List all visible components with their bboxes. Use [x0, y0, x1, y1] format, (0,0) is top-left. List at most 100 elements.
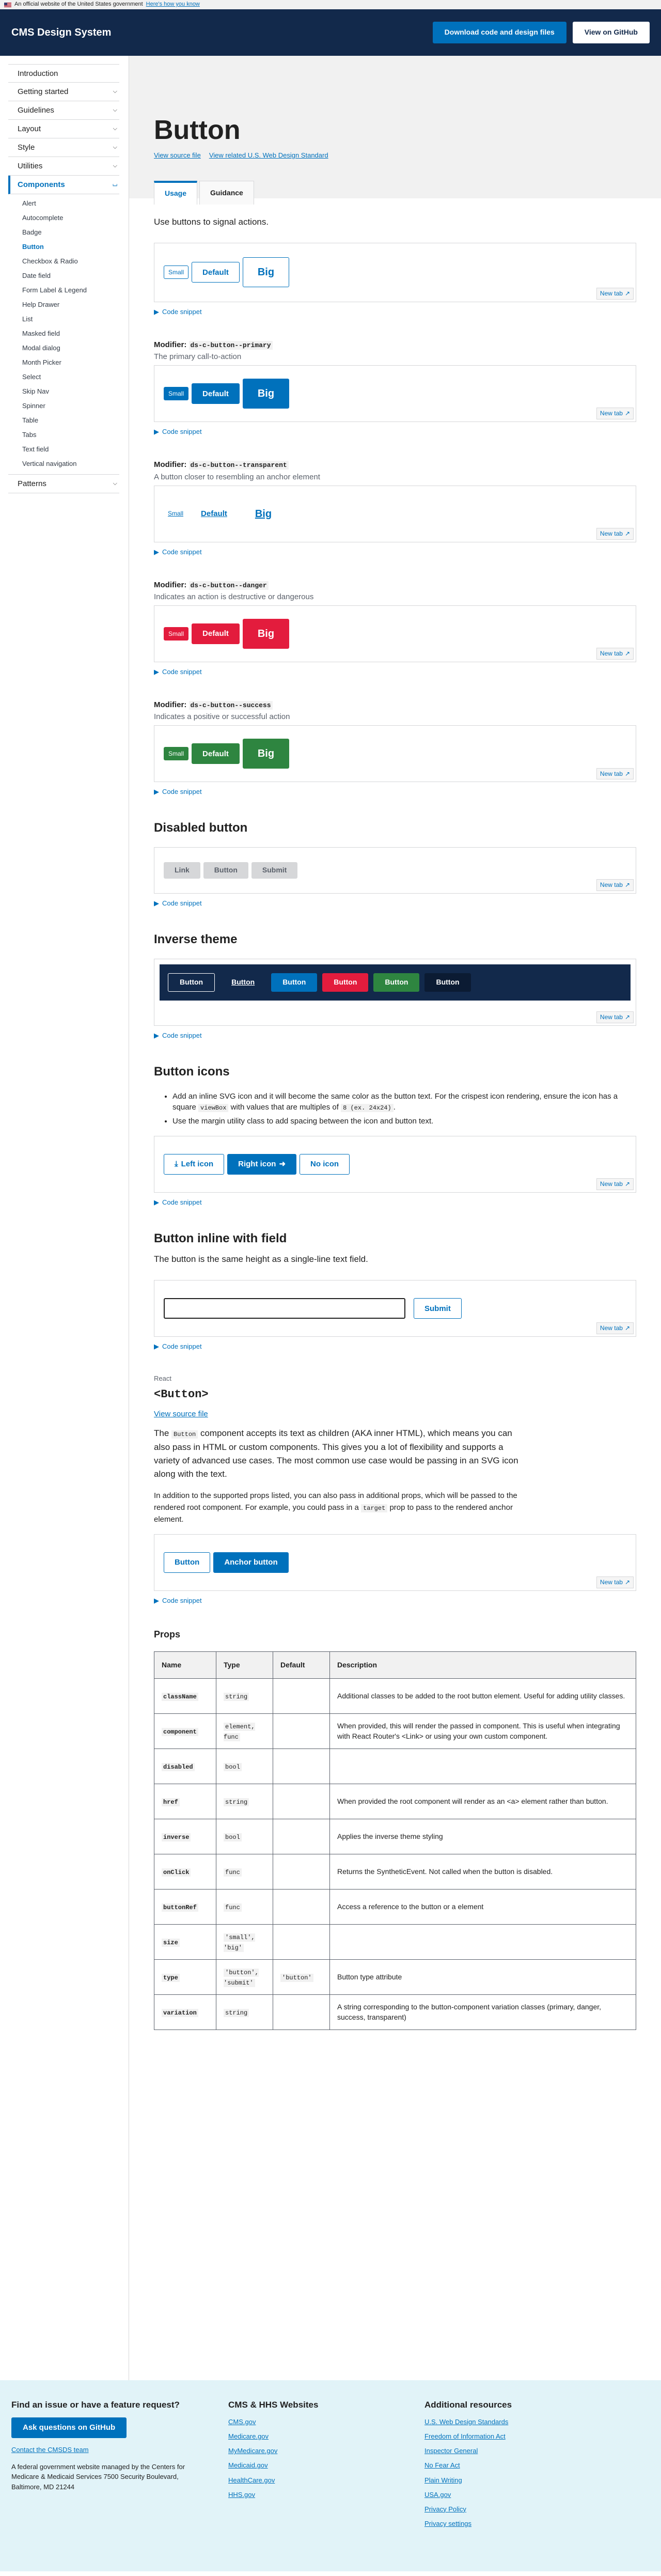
- new-tab-link[interactable]: New tab ↗: [596, 527, 634, 540]
- no-icon-button[interactable]: No icon: [300, 1153, 350, 1175]
- subnav-item[interactable]: Badge: [22, 225, 119, 240]
- default-button[interactable]: Default: [192, 623, 240, 644]
- new-tab-link[interactable]: New tab ↗: [596, 408, 634, 420]
- nav-utilities[interactable]: Utilities ⌵: [8, 157, 119, 176]
- inverse-primary-button[interactable]: Button: [271, 973, 318, 992]
- default-button[interactable]: Default: [192, 262, 240, 283]
- footer-link[interactable]: CMS.gov: [228, 2417, 383, 2427]
- code-snippet-toggle[interactable]: ▶ Code snippet: [154, 1596, 636, 1605]
- new-tab-link[interactable]: New tab ↗: [596, 768, 634, 780]
- big-button[interactable]: Big: [242, 379, 290, 409]
- right-icon-button[interactable]: Right icon ➜: [227, 1153, 297, 1175]
- nav-style[interactable]: Style ⌵: [8, 138, 119, 157]
- footer-link[interactable]: Privacy settings: [424, 2519, 579, 2528]
- subnav-item[interactable]: Select: [22, 370, 119, 384]
- default-button[interactable]: Default: [191, 504, 238, 524]
- footer-link[interactable]: Privacy Policy: [424, 2505, 579, 2514]
- github-button[interactable]: View on GitHub: [572, 22, 650, 43]
- footer-link[interactable]: HealthCare.gov: [228, 2476, 383, 2485]
- subnav-item[interactable]: Autocomplete: [22, 211, 119, 225]
- subnav-item[interactable]: Spinner: [22, 399, 119, 413]
- footer-link[interactable]: Inspector General: [424, 2446, 579, 2456]
- nav-patterns[interactable]: Patterns ⌵: [8, 475, 119, 493]
- left-icon-button[interactable]: ⤓ Left icon: [164, 1153, 225, 1175]
- nav-components[interactable]: Components ⌴: [8, 176, 119, 194]
- big-button[interactable]: Big: [242, 257, 290, 288]
- new-tab-link[interactable]: New tab ↗: [596, 1322, 634, 1335]
- subnav-item[interactable]: Vertical navigation: [22, 457, 119, 471]
- code-snippet-toggle[interactable]: ▶ Code snippet: [154, 667, 636, 677]
- react-button[interactable]: Button: [164, 1552, 211, 1573]
- tab-guidance[interactable]: Guidance: [199, 181, 254, 205]
- subnav-item[interactable]: Form Label & Legend: [22, 283, 119, 298]
- footer-link[interactable]: Freedom of Information Act: [424, 2432, 579, 2441]
- inverse-danger-button[interactable]: Button: [322, 973, 369, 992]
- subnav-item[interactable]: Tabs: [22, 428, 119, 442]
- code-snippet-toggle[interactable]: ▶ Code snippet: [154, 899, 636, 908]
- text-field[interactable]: [164, 1298, 405, 1319]
- code-snippet-toggle[interactable]: ▶ Code snippet: [154, 1031, 636, 1040]
- contact-link[interactable]: Contact the CMSDS team: [11, 2445, 187, 2455]
- nav-getting-started[interactable]: Getting started ⌵: [8, 83, 119, 101]
- react-source-link[interactable]: View source file: [154, 1409, 636, 1419]
- submit-button[interactable]: Submit: [414, 1298, 462, 1319]
- new-tab-link[interactable]: New tab ↗: [596, 648, 634, 660]
- code-snippet-toggle[interactable]: ▶ Code snippet: [154, 1342, 636, 1351]
- big-button[interactable]: Big: [241, 499, 286, 529]
- ask-github-button[interactable]: Ask questions on GitHub: [11, 2417, 127, 2438]
- small-button[interactable]: Small: [164, 627, 189, 641]
- new-tab-link[interactable]: New tab ↗: [596, 288, 634, 300]
- code-snippet-toggle[interactable]: ▶ Code snippet: [154, 1198, 636, 1207]
- download-button[interactable]: Download code and design files: [432, 22, 566, 43]
- big-button[interactable]: Big: [242, 618, 290, 649]
- small-button[interactable]: Small: [164, 507, 187, 521]
- subnav-item[interactable]: Modal dialog: [22, 341, 119, 355]
- site-footer: Find an issue or have a feature request?…: [0, 2380, 661, 2571]
- nav-introduction[interactable]: Introduction: [8, 64, 119, 83]
- new-tab-link[interactable]: New tab ↗: [596, 1178, 634, 1190]
- inverse-transparent-button[interactable]: Button: [220, 973, 266, 992]
- code-snippet-toggle[interactable]: ▶ Code snippet: [154, 307, 636, 317]
- subnav-item[interactable]: Month Picker: [22, 355, 119, 370]
- subnav-item[interactable]: Alert: [22, 196, 119, 211]
- subnav-item[interactable]: Help Drawer: [22, 298, 119, 312]
- subnav-item[interactable]: Date field: [22, 269, 119, 283]
- nav-layout[interactable]: Layout ⌵: [8, 120, 119, 138]
- related-standard-link[interactable]: View related U.S. Web Design Standard: [209, 151, 328, 160]
- footer-link[interactable]: Medicaid.gov: [228, 2461, 383, 2470]
- default-button[interactable]: Default: [192, 383, 240, 404]
- subnav-item[interactable]: Masked field: [22, 326, 119, 341]
- subnav-item[interactable]: Skip Nav: [22, 384, 119, 399]
- subnav-item[interactable]: List: [22, 312, 119, 326]
- footer-link[interactable]: HHS.gov: [228, 2490, 383, 2500]
- new-tab-link[interactable]: New tab ↗: [596, 1576, 634, 1588]
- subnav-item[interactable]: Checkbox & Radio: [22, 254, 119, 269]
- footer-link[interactable]: U.S. Web Design Standards: [424, 2417, 579, 2427]
- tab-usage[interactable]: Usage: [154, 181, 198, 205]
- footer-link[interactable]: Medicare.gov: [228, 2432, 383, 2441]
- footer-link[interactable]: USA.gov: [424, 2490, 579, 2500]
- view-source-link[interactable]: View source file: [154, 151, 201, 160]
- subnav-item[interactable]: Text field: [22, 442, 119, 457]
- site-logo[interactable]: CMS Design System: [11, 25, 111, 40]
- footer-link[interactable]: Plain Writing: [424, 2476, 579, 2485]
- subnav-item[interactable]: Table: [22, 413, 119, 428]
- small-button[interactable]: Small: [164, 387, 189, 401]
- new-tab-link[interactable]: New tab ↗: [596, 879, 634, 892]
- subnav-item-current[interactable]: Button: [22, 240, 119, 254]
- inverse-default-button[interactable]: Button: [168, 973, 215, 992]
- small-button[interactable]: Small: [164, 747, 189, 761]
- nav-guidelines[interactable]: Guidelines ⌵: [8, 101, 119, 120]
- code-snippet-toggle[interactable]: ▶ Code snippet: [154, 787, 636, 797]
- big-button[interactable]: Big: [242, 739, 290, 769]
- anchor-button[interactable]: Anchor button: [213, 1552, 289, 1573]
- footer-link[interactable]: No Fear Act: [424, 2461, 579, 2470]
- new-tab-link[interactable]: New tab ↗: [596, 1011, 634, 1023]
- gov-banner-link[interactable]: Here's how you know: [146, 1, 200, 8]
- inverse-success-button[interactable]: Button: [373, 973, 420, 992]
- default-button[interactable]: Default: [192, 743, 240, 764]
- code-snippet-toggle[interactable]: ▶ Code snippet: [154, 548, 636, 557]
- footer-link[interactable]: MyMedicare.gov: [228, 2446, 383, 2456]
- code-snippet-toggle[interactable]: ▶ Code snippet: [154, 427, 636, 436]
- small-button[interactable]: Small: [164, 266, 189, 279]
